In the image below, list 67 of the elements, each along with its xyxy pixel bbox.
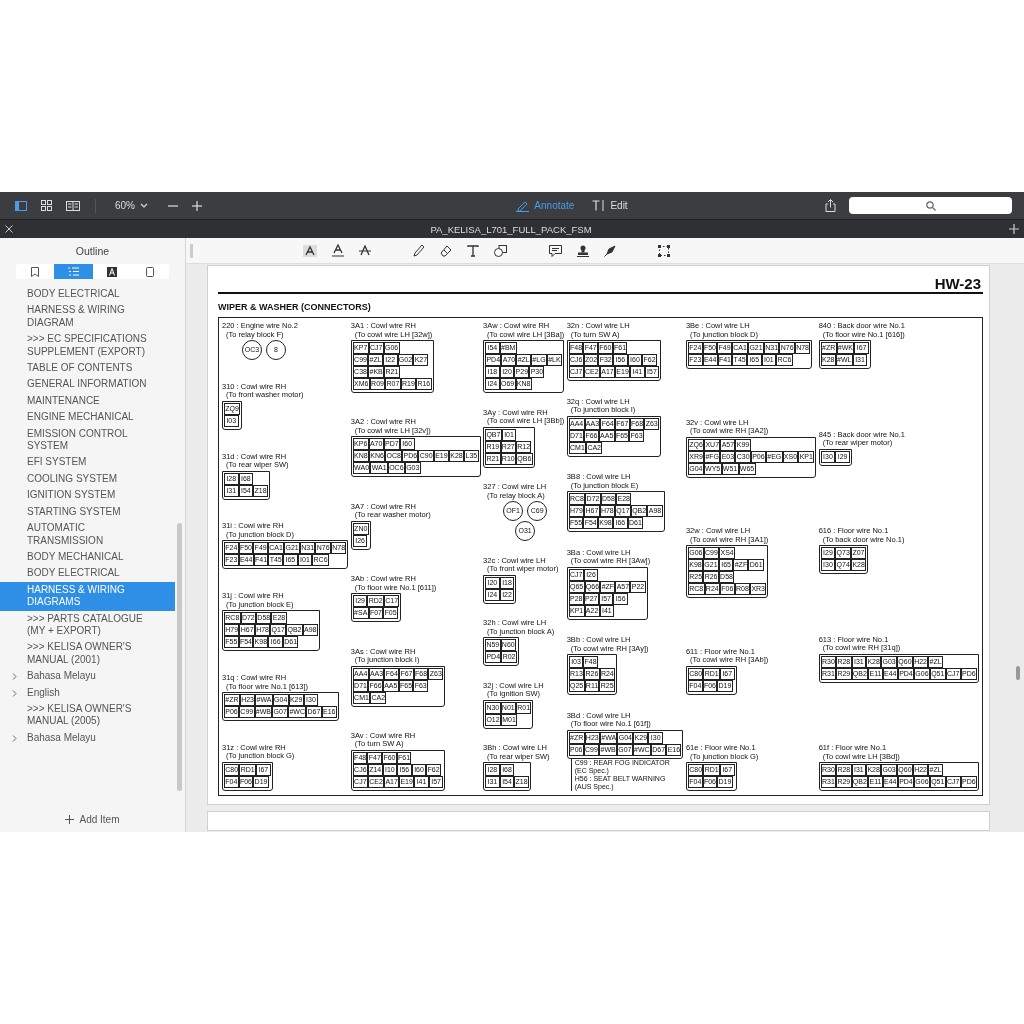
scrollbar-thumb[interactable] — [1016, 666, 1020, 680]
outline-item[interactable]: EFI SYSTEM — [0, 454, 175, 471]
outline-item[interactable]: HARNESS & WIRING DIAGRAM — [0, 302, 175, 332]
list-icon — [67, 267, 79, 276]
fountain-pen-icon[interactable] — [604, 244, 616, 257]
outline-item[interactable]: GENERAL INFORMATION — [0, 376, 175, 393]
page-code: HW-23 — [934, 275, 982, 292]
grid-icon — [41, 200, 52, 211]
outline-item[interactable]: ENGINE MECHANICAL — [0, 409, 175, 426]
document-title: PA_KELISA_L701_FULL_PACK_FSM — [430, 223, 592, 235]
sidebar-title: Outline — [74, 244, 111, 259]
outline-item[interactable]: >>> EC SPECIFICATIONS SUPPLEMENT (EXPORT) — [0, 331, 175, 361]
pen-icon — [516, 199, 530, 212]
comment-icon[interactable] — [549, 244, 562, 257]
plus-icon — [192, 200, 202, 211]
selection-icon[interactable] — [658, 244, 670, 257]
outline-item[interactable]: Bahasa Melayu — [0, 729, 175, 747]
annotate-tab[interactable]: Annotate — [516, 199, 575, 212]
grip-handle-icon[interactable] — [190, 243, 193, 258]
outline-item[interactable]: BODY ELECTRICAL — [0, 565, 175, 582]
outline-item[interactable]: BODY ELECTRICAL — [0, 286, 175, 303]
scrollbar-thumb[interactable] — [177, 523, 182, 791]
plus-icon — [65, 814, 75, 824]
chevron-right-icon — [12, 734, 17, 742]
outline-item[interactable]: >>> PARTS CATALOGUE (MY + EXPORT) — [0, 610, 175, 640]
sidebar-icon — [15, 200, 27, 211]
close-icon — [5, 225, 13, 233]
outline-item[interactable]: >>> KELISA OWNER'S MANUAL (2005) — [0, 700, 175, 730]
share-button[interactable] — [822, 197, 839, 214]
highlight-text-icon[interactable] — [303, 244, 317, 257]
plus-icon — [1009, 224, 1019, 234]
outline-item[interactable]: MAINTENANCE — [0, 392, 175, 410]
shapes-icon[interactable] — [494, 244, 507, 257]
zoom-dropdown[interactable]: 60% — [112, 198, 151, 213]
outline-item[interactable]: English — [0, 684, 175, 701]
close-button[interactable] — [5, 225, 13, 233]
zoom-in-button[interactable] — [189, 198, 205, 213]
page-icon — [145, 266, 154, 277]
outline-item[interactable]: >>> KELISA OWNER'S MANUAL (2001) — [0, 639, 175, 669]
bookmark-icon — [31, 266, 40, 277]
add-item-button[interactable]: Add Item — [0, 806, 185, 832]
page-heading: WIPER & WASHER (CONNECTORS) — [218, 302, 372, 312]
outline-item[interactable]: COOLING SYSTEM — [0, 470, 175, 488]
outline-item[interactable]: IGNITION SYSTEM — [0, 487, 175, 504]
text-cursor-icon — [592, 200, 606, 211]
stamp-icon[interactable] — [577, 244, 589, 257]
two-page-icon — [66, 200, 80, 211]
pencil-icon[interactable] — [413, 244, 425, 257]
search-icon — [925, 200, 936, 211]
outline-item[interactable]: STARTING SYSTEM — [0, 503, 175, 521]
text-tool-icon[interactable] — [467, 244, 479, 257]
underline-text-icon[interactable] — [332, 244, 344, 257]
edit-tab[interactable]: Edit — [592, 199, 628, 212]
outline-item[interactable]: Bahasa Melayu — [0, 668, 175, 685]
search-field[interactable] — [849, 197, 1012, 214]
outline-item[interactable]: EMISSION CONTROL SYSTEM — [0, 425, 175, 455]
outline-item[interactable]: TABLE OF CONTENTS — [0, 360, 175, 377]
eraser-icon[interactable] — [440, 244, 452, 257]
outline-item[interactable]: AUTOMATIC TRANSMISSION — [0, 520, 175, 549]
new-tab-button[interactable] — [1009, 224, 1019, 234]
outline-item[interactable]: BODY MECHANICAL — [0, 548, 175, 566]
grid-view-button[interactable] — [38, 198, 55, 213]
strikethrough-text-icon[interactable] — [359, 245, 371, 256]
chevron-down-icon — [140, 203, 148, 208]
share-icon — [825, 199, 836, 212]
two-page-view-button[interactable] — [63, 198, 83, 213]
sidebar-view-button[interactable] — [12, 198, 30, 213]
